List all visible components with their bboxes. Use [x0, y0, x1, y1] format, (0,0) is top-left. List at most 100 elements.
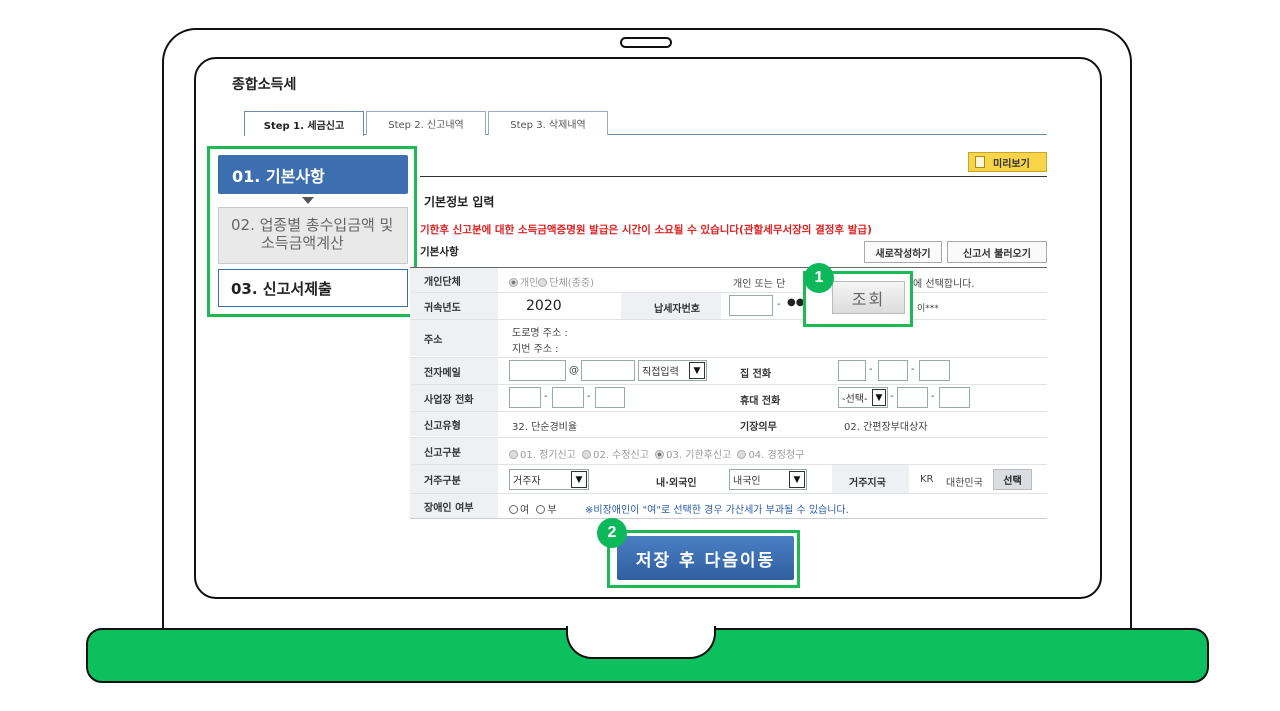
label-address: 주소: [410, 320, 498, 356]
work-phone-input-3[interactable]: [595, 387, 625, 408]
chevron-down-icon: ▼: [689, 362, 705, 379]
taxpayer-dash: -: [777, 299, 781, 310]
warning-text: 기한후 신고분에 대한 소득금액증명원 발급은 시간이 소요될 수 있습니다(관…: [420, 224, 872, 236]
label-year: 귀속년도: [410, 293, 498, 319]
entity-individual-label: 개인: [520, 278, 539, 289]
document-icon: [975, 156, 985, 168]
preview-label: 미리보기: [993, 158, 1030, 170]
radio-icon[interactable]: [737, 450, 747, 459]
content-divider: [420, 176, 1047, 177]
home-phone-input-3[interactable]: [919, 360, 950, 381]
label-report-type: 신고유형: [410, 412, 498, 436]
disabled-yes-label: 여: [520, 505, 530, 516]
home-phone-input-2[interactable]: [878, 360, 908, 381]
section-title: 기본정보 입력: [424, 195, 495, 209]
taxpayer-no-mask: ●●: [787, 297, 805, 308]
radio-icon[interactable]: [538, 278, 548, 287]
page-title: 종합소득세: [232, 77, 297, 93]
tab-step3[interactable]: Step 3. 삭제내역: [488, 111, 608, 135]
row-divider: [410, 464, 1047, 465]
sidebar-item-submit[interactable]: 03. 신고서제출: [218, 269, 408, 307]
row-divider: [410, 319, 1047, 320]
report-class-radio-group[interactable]: 01. 정기신고 02. 수정신고 03. 기한후신고 04. 경정청구: [509, 446, 804, 461]
email-at: @: [569, 365, 579, 376]
tabs-divider: [244, 134, 1047, 135]
disabled-no-label: 부: [547, 505, 557, 516]
disabled-radio-group[interactable]: 여 부: [509, 501, 557, 516]
work-phone-dash-2: -: [587, 391, 591, 402]
year-value: 2020: [526, 298, 562, 314]
mobile-prefix-select[interactable]: -선택- ▼: [838, 387, 888, 408]
load-report-button[interactable]: 신고서 불러오기: [947, 241, 1047, 263]
lookup-button[interactable]: 조회: [832, 281, 905, 314]
label-home-phone: 집 전화: [740, 369, 772, 380]
radio-icon[interactable]: [655, 450, 665, 459]
report-class-option: 02. 수정신고: [593, 450, 649, 461]
row-divider: [410, 493, 1047, 494]
label-country: 거주지국: [849, 478, 886, 489]
step-badge-2: 2: [597, 518, 627, 548]
residency-select[interactable]: 거주자 ▼: [509, 469, 589, 490]
work-phone-input-2[interactable]: [552, 387, 584, 408]
email-domain-select-value: 직접입력: [642, 367, 679, 378]
email-domain-input[interactable]: [581, 360, 635, 381]
label-mobile: 휴대 전화: [740, 396, 781, 407]
taxpayer-name-mask: 이***: [917, 304, 939, 314]
radio-icon[interactable]: [509, 278, 518, 287]
mobile-input-2[interactable]: [897, 387, 928, 408]
work-phone-input-1[interactable]: [509, 387, 541, 408]
table-top-border: [410, 267, 1047, 268]
mobile-prefix-select-value: -선택-: [842, 394, 868, 405]
radio-icon[interactable]: [509, 505, 518, 514]
label-work-phone: 사업장 전화: [410, 385, 498, 411]
home-phone-input-1[interactable]: [838, 360, 866, 381]
label-report-class: 신고구분: [410, 438, 498, 464]
bookkeeping-value: 02. 간편장부대상자: [844, 422, 928, 433]
home-phone-dash-2: -: [911, 364, 915, 375]
save-next-button[interactable]: 저장 후 다음이동: [617, 536, 794, 580]
tab-step1[interactable]: Step 1. 세금신고: [244, 111, 364, 136]
lot-address: 지번 주소 :: [512, 344, 559, 355]
road-address: 도로명 주소 :: [512, 328, 568, 339]
email-local-input[interactable]: [509, 360, 566, 381]
mobile-dash-2: -: [931, 391, 935, 402]
report-class-option: 01. 정기신고: [520, 450, 576, 461]
sidebar-item-income-line1: 02. 업종별 총수입금액 및: [231, 216, 394, 234]
subsection-title: 기본사항: [420, 246, 459, 258]
work-phone-dash-1: -: [544, 391, 548, 402]
chevron-down-icon: ▼: [789, 471, 805, 488]
radio-icon[interactable]: [536, 505, 546, 514]
label-bookkeeping: 기장의무: [740, 422, 777, 433]
nationality-select[interactable]: 내국인 ▼: [729, 469, 807, 490]
new-write-button[interactable]: 새로작성하기: [864, 241, 942, 263]
report-class-option: 04. 경정청구: [748, 450, 805, 461]
label-nationality: 내·외국인: [656, 478, 697, 489]
laptop-notch: [566, 626, 716, 659]
row-divider: [410, 411, 1047, 412]
sidebar-item-income[interactable]: 02. 업종별 총수입금액 및 소득금액계산: [218, 207, 408, 264]
tab-step2[interactable]: Step 2. 신고내역: [366, 111, 486, 135]
mobile-input-3[interactable]: [939, 387, 970, 408]
email-domain-select[interactable]: 직접입력 ▼: [638, 360, 707, 381]
label-disabled: 장애인 여부: [410, 494, 498, 518]
radio-icon[interactable]: [582, 450, 592, 459]
nationality-select-value: 내국인: [733, 476, 761, 487]
camera-icon: [620, 37, 672, 48]
home-phone-dash-1: -: [869, 364, 873, 375]
arrow-down-icon: [302, 197, 314, 204]
label-entity: 개인단체: [410, 268, 498, 292]
label-email: 전자메일: [410, 358, 498, 384]
label-residency: 거주구분: [410, 465, 498, 493]
entity-note-end: 에 선택합니다.: [913, 279, 975, 290]
preview-button[interactable]: 미리보기: [968, 152, 1047, 172]
radio-icon[interactable]: [509, 450, 518, 459]
country-name: 대한민국: [946, 478, 983, 489]
country-select-button[interactable]: 선택: [993, 469, 1032, 490]
report-class-option: 03. 기한후신고: [666, 450, 732, 461]
entity-group-label: 단체(종중): [549, 278, 595, 289]
disabled-note: ※비장애인이 "여"로 선택한 경우 가산세가 부과될 수 있습니다.: [585, 505, 849, 516]
taxpayer-no-input-1[interactable]: [729, 295, 773, 316]
entity-radio-group[interactable]: 개인 단체(종중): [509, 274, 594, 289]
sidebar-item-basic[interactable]: 01. 기본사항: [218, 155, 408, 194]
report-type-value: 32. 단순경비율: [512, 422, 578, 433]
